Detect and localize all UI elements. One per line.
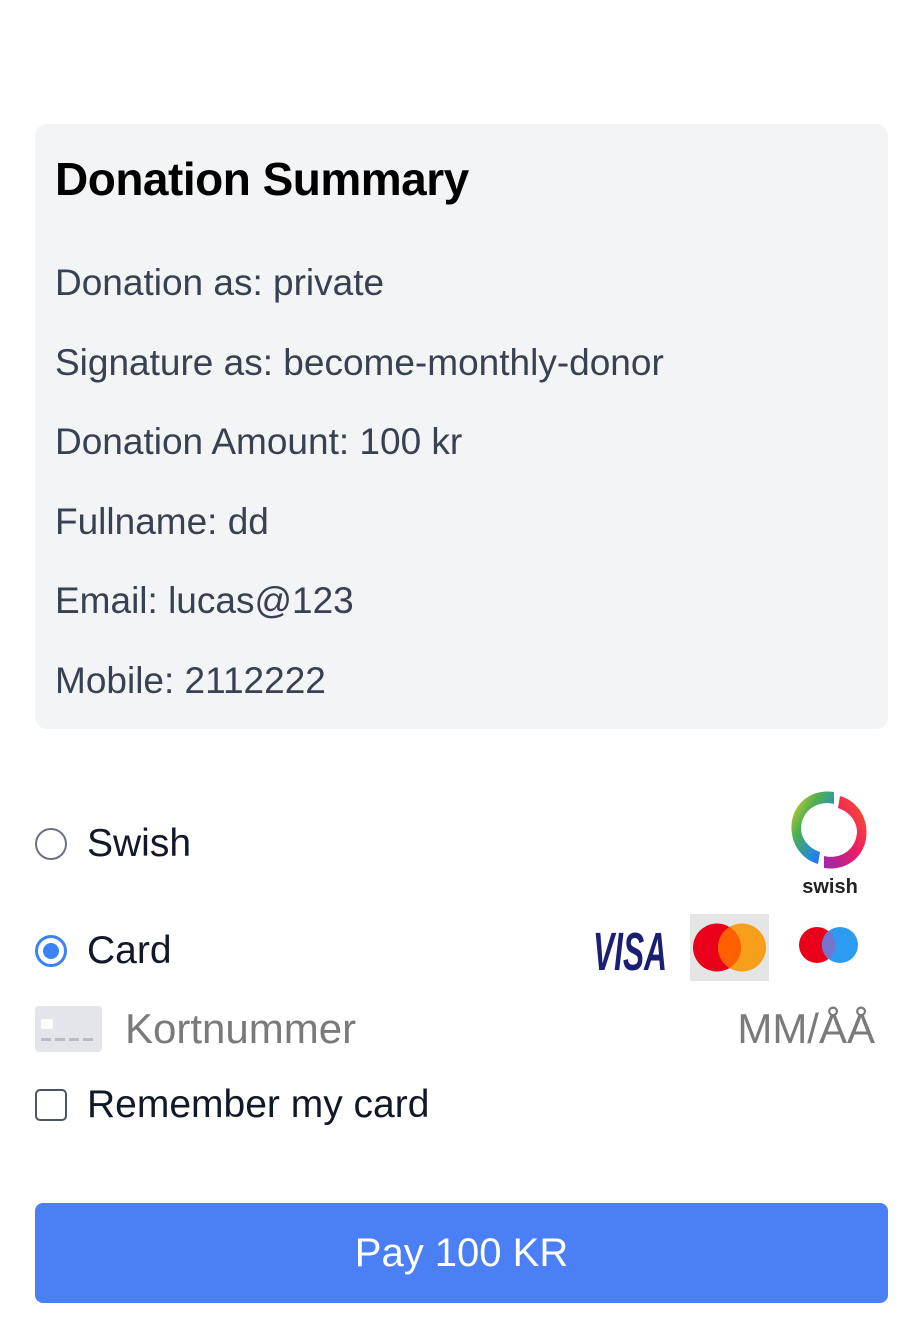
summary-email: Email: lucas@123 bbox=[55, 580, 354, 621]
card-number-input[interactable] bbox=[125, 1003, 685, 1055]
remember-card-label: Remember my card bbox=[87, 1083, 430, 1126]
pay-button[interactable]: Pay 100 KR bbox=[35, 1203, 888, 1303]
payment-option-card[interactable]: Card bbox=[35, 929, 172, 973]
remember-card-checkbox[interactable] bbox=[35, 1089, 67, 1121]
svg-text:VISA: VISA bbox=[593, 922, 667, 981]
credit-card-icon bbox=[35, 1006, 102, 1057]
swish-logo-text: swish bbox=[802, 876, 858, 898]
card-label: Card bbox=[87, 929, 172, 972]
summary-mobile: Mobile: 2112222 bbox=[55, 660, 326, 701]
summary-fullname: Fullname: dd bbox=[55, 501, 269, 542]
summary-title: Donation Summary bbox=[55, 153, 469, 205]
summary-amount: Donation Amount: 100 kr bbox=[55, 421, 463, 462]
donation-summary-panel: Donation Summary Donation as: private Si… bbox=[35, 124, 888, 729]
card-expiry-input[interactable] bbox=[695, 1003, 875, 1055]
card-input-row bbox=[35, 1003, 875, 1055]
payment-option-swish[interactable]: Swish bbox=[35, 822, 191, 866]
swish-radio[interactable] bbox=[35, 828, 67, 860]
swish-label: Swish bbox=[87, 822, 192, 865]
swish-logo: swish bbox=[784, 786, 876, 898]
visa-logo: VISA bbox=[591, 914, 669, 986]
summary-signature: Signature as: become-monthly-donor bbox=[55, 342, 664, 383]
remember-card-row[interactable]: Remember my card bbox=[35, 1083, 429, 1127]
mastercard-logo bbox=[690, 914, 769, 986]
maestro-logo bbox=[796, 922, 862, 973]
card-radio[interactable] bbox=[35, 935, 67, 967]
summary-donation-type: Donation as: private bbox=[55, 262, 385, 303]
